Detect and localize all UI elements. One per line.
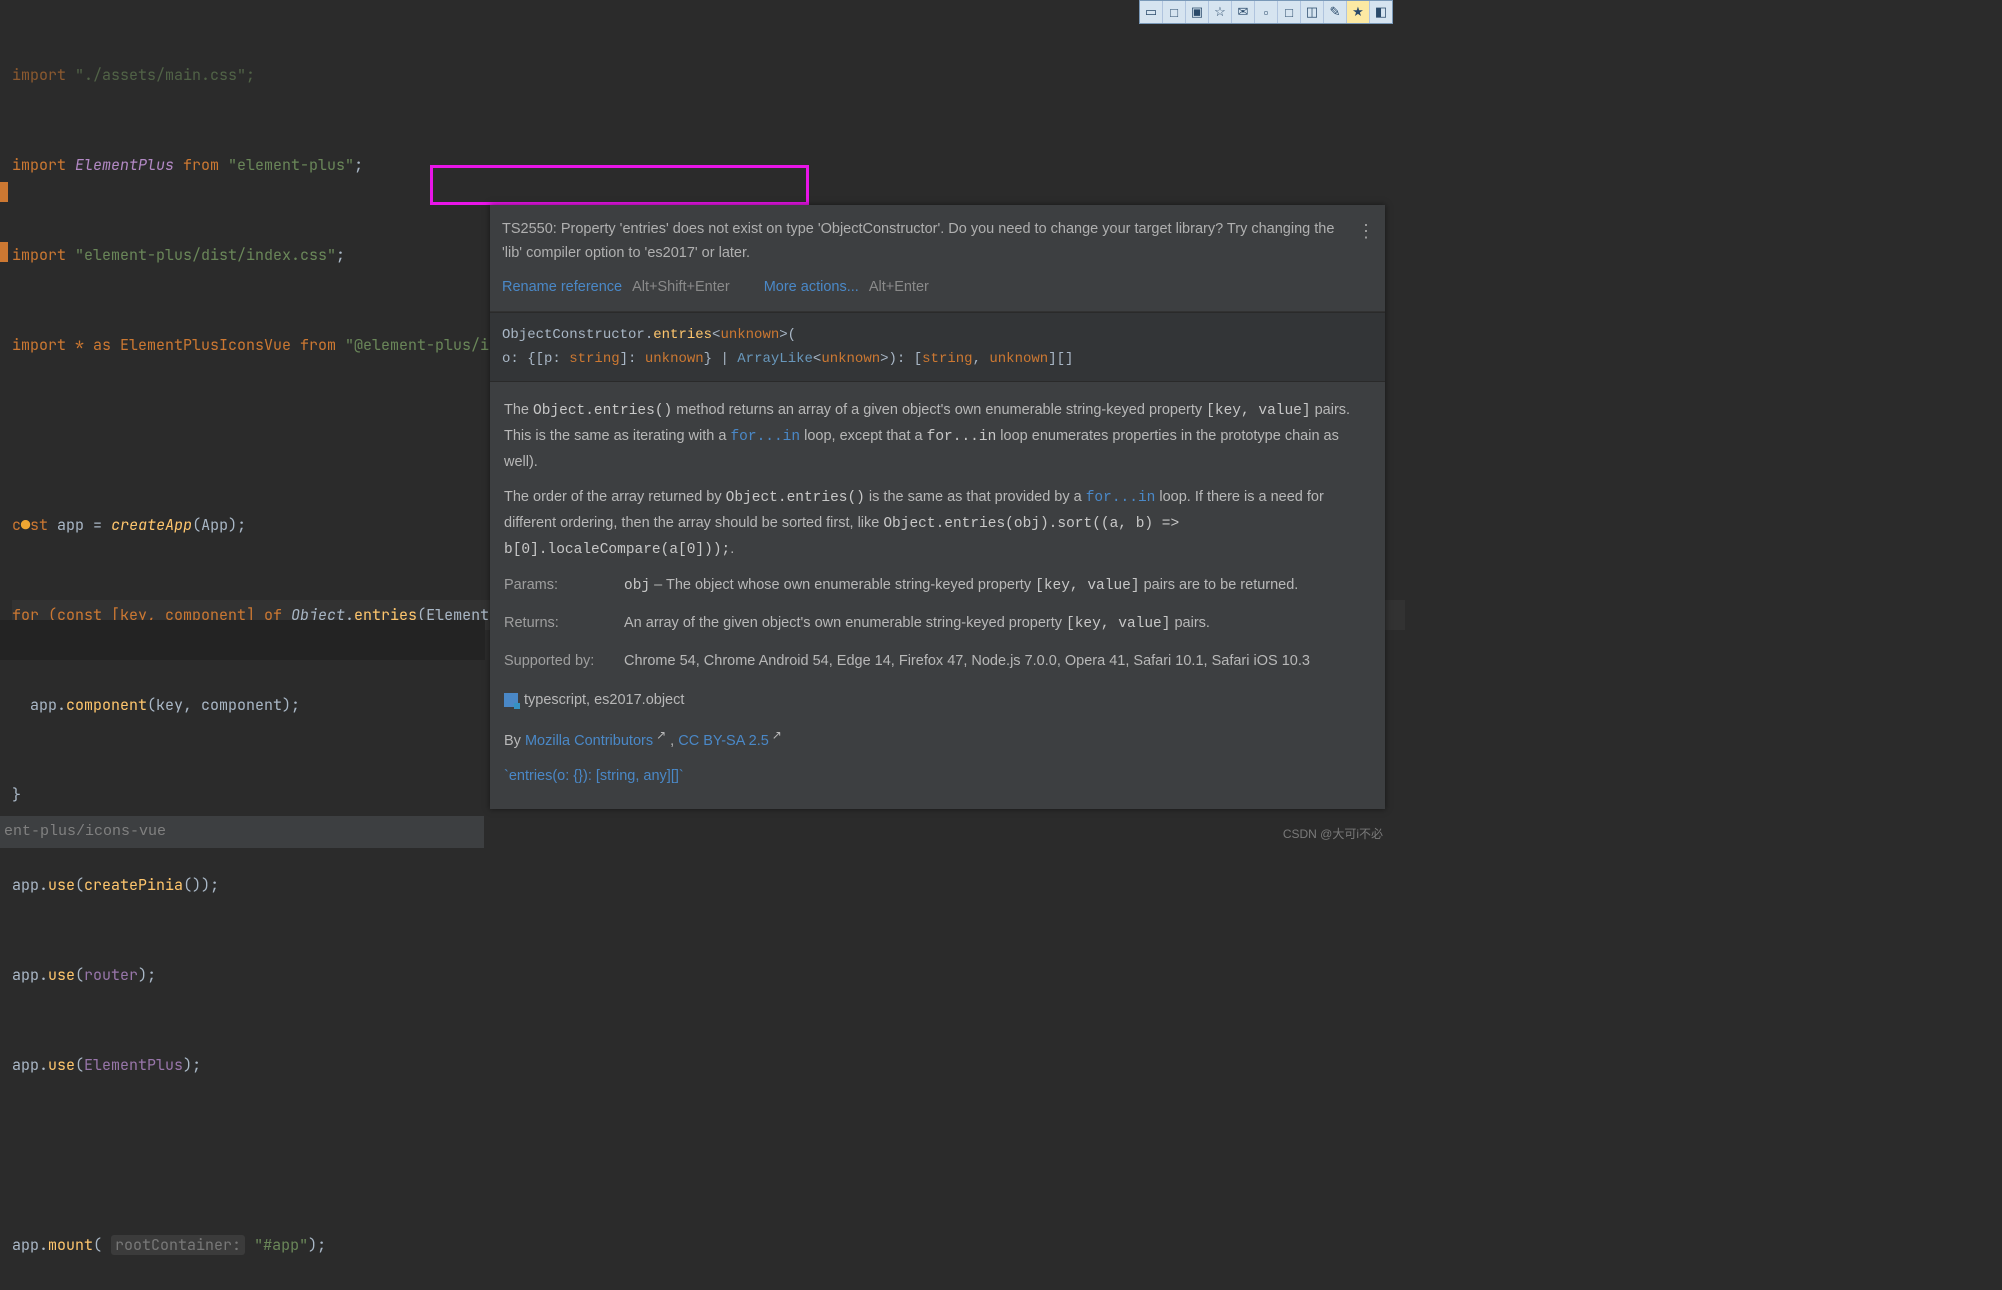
toolbar-icon[interactable]: ◫ [1301, 1, 1324, 23]
toolbar-icon[interactable]: ☆ [1209, 1, 1232, 23]
doc-body: The Object.entries() method returns an a… [490, 382, 1385, 809]
toolbar-icon[interactable]: ★ [1347, 1, 1370, 23]
source-file: typescript, es2017.object [524, 692, 684, 708]
toolbar-icon[interactable]: ✎ [1324, 1, 1347, 23]
toolbar-icon[interactable]: ▭ [1140, 1, 1163, 23]
toolbar-icon[interactable]: □ [1278, 1, 1301, 23]
floating-toolbar: ▭ □ ▣ ☆ ✉ ▫ □ ◫ ✎ ★ ◧ [1139, 0, 1393, 24]
forin-link[interactable]: for...in [730, 429, 800, 445]
mozilla-link[interactable]: Mozilla Contributors [525, 733, 653, 749]
error-doc-popup: TS2550: Property 'entries' does not exis… [490, 205, 1385, 809]
error-message: TS2550: Property 'entries' does not exis… [490, 205, 1385, 312]
toolbar-icon[interactable]: ▣ [1186, 1, 1209, 23]
supported-label: Supported by: [504, 649, 624, 674]
file-icon [504, 693, 518, 707]
status-bar: ent-plus/icons-vue [0, 816, 484, 848]
forin-link[interactable]: for...in [1086, 490, 1156, 506]
external-icon: ↗ [656, 728, 666, 742]
external-icon: ↗ [772, 728, 782, 742]
params-table: Params: obj – The object whose own enume… [504, 573, 1371, 674]
signature-link[interactable]: `entries(o: {}): [string, any][]` [504, 768, 684, 784]
toolbar-icon[interactable]: □ [1163, 1, 1186, 23]
toolbar-icon[interactable]: ✉ [1232, 1, 1255, 23]
intention-bulb-icon[interactable]: ● [21, 515, 30, 535]
code-line[interactable]: import "./assets/main.css"; [12, 60, 1405, 90]
returns-label: Returns: [504, 611, 624, 637]
toolbar-icon[interactable]: ◧ [1370, 1, 1392, 23]
watermark: CSDN @大可i不必 [1283, 825, 1383, 842]
code-line[interactable]: app.use(router); [12, 960, 1405, 990]
params-label: Params: [504, 573, 624, 599]
more-actions-link[interactable]: More actions... [764, 279, 859, 295]
quickfix-row: Rename reference Alt+Shift+Enter More ac… [502, 265, 1345, 299]
code-line[interactable] [12, 1140, 1405, 1170]
cc-license-link[interactable]: CC BY-SA 2.5 [678, 733, 769, 749]
code-line[interactable]: app.mount( rootContainer: "#app"); [12, 1230, 1405, 1260]
shortcut-label: Alt+Enter [869, 279, 929, 295]
kebab-icon[interactable]: ⋮ [1357, 219, 1375, 243]
toolbar-icon[interactable]: ▫ [1255, 1, 1278, 23]
param-hint: rootContainer: [111, 1235, 245, 1255]
shortcut-label: Alt+Shift+Enter [632, 279, 730, 295]
gutter-marker[interactable] [0, 182, 8, 202]
code-line[interactable]: app.use(ElementPlus); [12, 1050, 1405, 1080]
gutter-marker[interactable] [0, 242, 8, 262]
code-line[interactable]: app.use(createPinia()); [12, 870, 1405, 900]
code-line[interactable]: import ElementPlus from "element-plus"; [12, 150, 1405, 180]
signature-row: ObjectConstructor.entries<unknown>( o: {… [490, 312, 1385, 382]
rename-reference-link[interactable]: Rename reference [502, 279, 622, 295]
editor-dark-band [0, 620, 485, 660]
